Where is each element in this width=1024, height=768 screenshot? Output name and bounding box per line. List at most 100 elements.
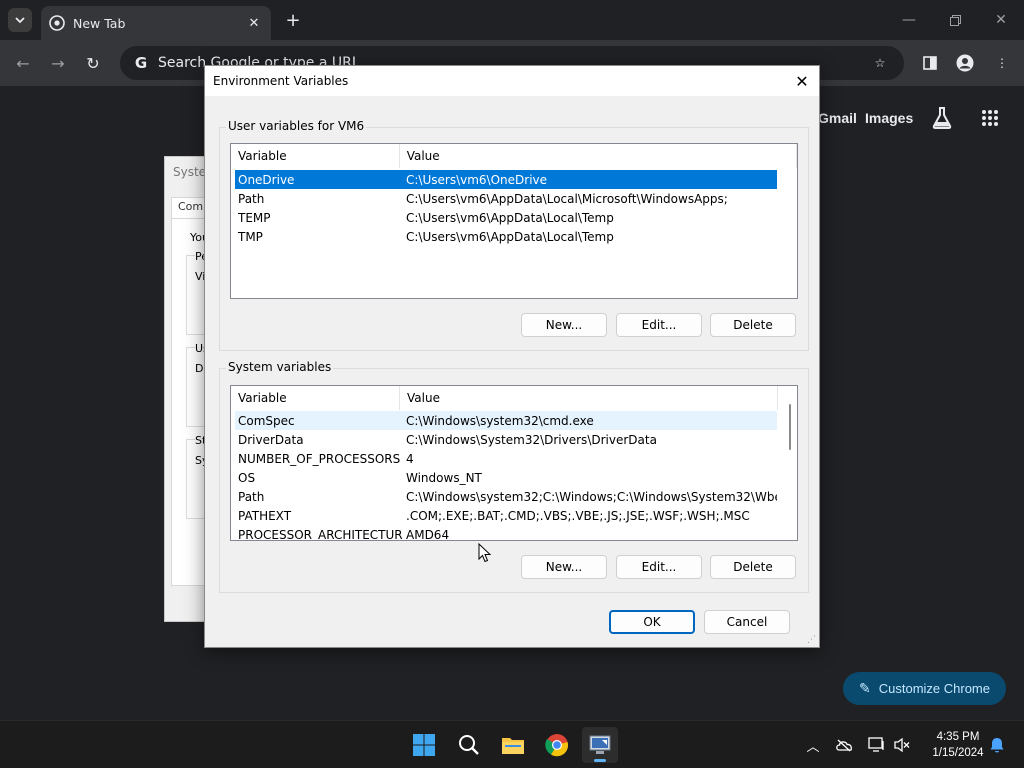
table-row[interactable]: PROCESSOR_ARCHITECTURE AMD64 — [235, 525, 777, 541]
notifications-button[interactable] — [987, 735, 1007, 755]
apps-grid-icon — [982, 110, 998, 126]
chrome-taskbar-button[interactable] — [539, 727, 575, 763]
new-tab-button[interactable]: + — [282, 9, 304, 31]
star-icon: ☆ — [874, 56, 886, 70]
arrow-left-icon: ← — [16, 53, 30, 73]
variable-name: TMP — [238, 229, 263, 244]
table-row[interactable]: NUMBER_OF_PROCESSORS 4 — [235, 449, 777, 468]
resize-grip-icon[interactable]: ⋰ — [807, 635, 817, 645]
search-icon — [459, 735, 479, 755]
side-panel-button[interactable] — [917, 50, 943, 76]
bookmark-star-button[interactable]: ☆ — [867, 50, 893, 76]
column-header-value[interactable]: Value — [400, 144, 797, 168]
user-delete-button[interactable]: Delete — [710, 313, 796, 337]
table-row[interactable]: Path C:\Windows\system32;C:\Windows;C:\W… — [235, 487, 777, 506]
search-button[interactable] — [451, 727, 487, 763]
images-link[interactable]: Images — [865, 110, 913, 126]
customize-chrome-button[interactable]: ✎ Customize Chrome — [843, 672, 1006, 705]
minimize-icon: — — [902, 12, 916, 28]
minimize-button[interactable]: — — [894, 8, 924, 32]
reload-button[interactable]: ↻ — [82, 52, 104, 74]
cancel-button[interactable]: Cancel — [704, 610, 790, 634]
variable-value: Windows_NT — [406, 470, 482, 485]
table-row[interactable]: TMP C:\Users\vm6\AppData\Local\Temp — [235, 227, 777, 246]
column-header-variable[interactable]: Variable — [231, 144, 400, 168]
system-settings-taskbar-button[interactable] — [582, 727, 618, 763]
speaker-muted-icon — [894, 737, 910, 753]
clock-time: 4:35 PM — [936, 731, 980, 743]
environment-variables-dialog[interactable]: Environment Variables ✕ User variables f… — [204, 65, 820, 648]
dialog-title: Environment Variables — [213, 74, 349, 88]
user-variables-list[interactable]: Variable Value OneDrive C:\Users\vm6\One… — [230, 143, 798, 299]
variable-name: NUMBER_OF_PROCESSORS — [238, 451, 401, 466]
variable-value: .COM;.EXE;.BAT;.CMD;.VBS;.VBE;.JS;.JSE;.… — [406, 508, 750, 523]
network-monitor-icon — [868, 737, 884, 752]
arrow-right-icon: → — [51, 53, 65, 73]
table-row[interactable]: TEMP C:\Users\vm6\AppData\Local\Temp — [235, 208, 777, 227]
profile-button[interactable] — [952, 50, 978, 76]
network-tray-button[interactable] — [867, 735, 887, 755]
side-panel-icon — [923, 56, 937, 70]
clock-date: 1/15/2024 — [932, 747, 984, 759]
mouse-cursor-icon — [478, 543, 492, 563]
table-row[interactable]: OS Windows_NT — [235, 468, 777, 487]
variable-name: Path — [238, 191, 265, 206]
scrollbar-thumb[interactable] — [789, 404, 791, 450]
file-explorer-button[interactable] — [495, 727, 531, 763]
start-button[interactable] — [406, 727, 442, 763]
chrome-menu-button[interactable]: ⋮ — [989, 50, 1015, 76]
gmail-link[interactable]: Gmail — [818, 110, 857, 126]
tab-new-tab[interactable]: New Tab ✕ — [41, 6, 271, 40]
system-edit-button[interactable]: Edit... — [616, 555, 702, 579]
table-row[interactable]: Path C:\Users\vm6\AppData\Local\Microsof… — [235, 189, 777, 208]
chevron-up-icon: ︿ — [806, 739, 820, 755]
variable-name: PATHEXT — [238, 508, 292, 523]
user-new-button[interactable]: New... — [521, 313, 607, 337]
taskbar-clock[interactable]: 4:35 PM 1/15/2024 — [920, 729, 996, 761]
user-edit-button[interactable]: Edit... — [616, 313, 702, 337]
restore-button[interactable] — [940, 8, 970, 32]
restore-icon — [949, 14, 961, 26]
table-row[interactable]: DriverData C:\Windows\System32\Drivers\D… — [235, 430, 777, 449]
chevron-down-icon — [15, 17, 25, 24]
variable-value: C:\Windows\System32\Drivers\DriverData — [406, 432, 657, 447]
ok-button[interactable]: OK — [609, 610, 695, 634]
back-button[interactable]: ← — [12, 52, 34, 74]
customize-chrome-label: Customize Chrome — [878, 681, 990, 696]
column-header-variable[interactable]: Variable — [231, 386, 400, 410]
bell-icon — [990, 737, 1004, 752]
table-row[interactable]: ComSpec C:\Windows\system32\cmd.exe — [235, 411, 777, 430]
system-variables-label: System variables — [226, 360, 334, 374]
system-list-scrollbar[interactable] — [787, 402, 797, 538]
system-variables-list[interactable]: Variable Value ComSpec C:\Windows\system… — [230, 385, 798, 541]
labs-button[interactable] — [930, 106, 954, 130]
table-row[interactable]: OneDrive C:\Users\vm6\OneDrive — [235, 170, 777, 189]
windows-logo-icon — [413, 734, 435, 756]
onedrive-tray-button[interactable] — [834, 735, 854, 755]
system-delete-button[interactable]: Delete — [710, 555, 796, 579]
variable-name: OS — [238, 470, 256, 485]
show-hidden-icons-button[interactable]: ︿ — [803, 735, 823, 755]
variable-value: 4 — [406, 451, 414, 466]
variable-name: ComSpec — [238, 413, 295, 428]
chrome-favicon-icon — [49, 15, 65, 31]
dialog-close-button[interactable]: ✕ — [789, 68, 815, 94]
table-row[interactable]: PATHEXT .COM;.EXE;.BAT;.CMD;.VBS;.VBE;.J… — [235, 506, 777, 525]
list-header: Variable Value — [231, 144, 797, 168]
volume-tray-button[interactable] — [892, 735, 912, 755]
tab-search-button[interactable] — [8, 8, 32, 32]
close-window-button[interactable]: ✕ — [986, 8, 1016, 32]
close-tab-icon[interactable]: ✕ — [245, 14, 263, 32]
variable-name: Path — [238, 489, 265, 504]
google-apps-button[interactable] — [978, 106, 1002, 130]
variable-value: C:\Users\vm6\OneDrive — [406, 172, 548, 187]
folder-icon — [502, 738, 524, 754]
dialog-title-bar[interactable]: Environment Variables ✕ — [205, 66, 819, 96]
variable-value: C:\Users\vm6\AppData\Local\Microsoft\Win… — [406, 191, 728, 206]
forward-button[interactable]: → — [47, 52, 69, 74]
onedrive-cloud-off-icon — [836, 739, 852, 752]
pencil-icon: ✎ — [859, 680, 871, 696]
column-header-value[interactable]: Value — [400, 386, 778, 410]
variable-value: C:\Users\vm6\AppData\Local\Temp — [406, 210, 614, 225]
system-new-button[interactable]: New... — [521, 555, 607, 579]
